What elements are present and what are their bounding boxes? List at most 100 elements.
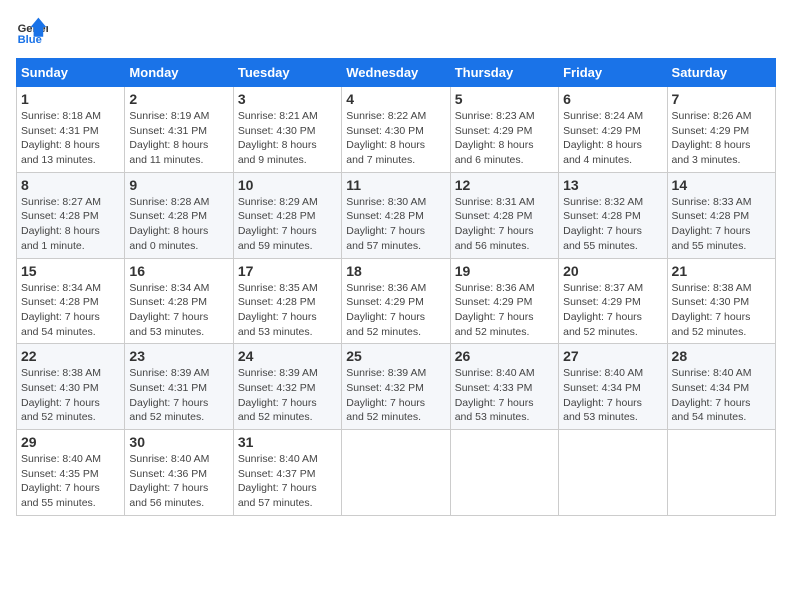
calendar-week-row: 1 Sunrise: 8:18 AM Sunset: 4:31 PM Daylig… — [17, 87, 776, 173]
calendar-day-cell: 17Sunrise: 8:35 AM Sunset: 4:28 PM Dayli… — [233, 258, 341, 344]
day-number: 12 — [455, 177, 554, 193]
day-info: Sunrise: 8:29 AM Sunset: 4:28 PM Dayligh… — [238, 195, 337, 254]
day-info: Sunrise: 8:18 AM Sunset: 4:31 PM Dayligh… — [21, 109, 120, 168]
day-number: 4 — [346, 91, 445, 107]
day-info: Sunrise: 8:35 AM Sunset: 4:28 PM Dayligh… — [238, 281, 337, 340]
day-number: 10 — [238, 177, 337, 193]
day-number: 8 — [21, 177, 120, 193]
day-number: 31 — [238, 434, 337, 450]
day-info: Sunrise: 8:23 AM Sunset: 4:29 PM Dayligh… — [455, 109, 554, 168]
calendar-week-row: 15Sunrise: 8:34 AM Sunset: 4:28 PM Dayli… — [17, 258, 776, 344]
calendar-header-row: SundayMondayTuesdayWednesdayThursdayFrid… — [17, 59, 776, 87]
day-number: 11 — [346, 177, 445, 193]
weekday-header-friday: Friday — [559, 59, 667, 87]
logo: General Blue — [16, 16, 48, 48]
day-number: 30 — [129, 434, 228, 450]
calendar-body: 1 Sunrise: 8:18 AM Sunset: 4:31 PM Daylig… — [17, 87, 776, 516]
day-number: 2 — [129, 91, 228, 107]
day-info: Sunrise: 8:36 AM Sunset: 4:29 PM Dayligh… — [346, 281, 445, 340]
day-info: Sunrise: 8:27 AM Sunset: 4:28 PM Dayligh… — [21, 195, 120, 254]
calendar-day-cell: 9 Sunrise: 8:28 AM Sunset: 4:28 PM Daylig… — [125, 172, 233, 258]
calendar-day-cell: 26Sunrise: 8:40 AM Sunset: 4:33 PM Dayli… — [450, 344, 558, 430]
calendar-day-cell: 7 Sunrise: 8:26 AM Sunset: 4:29 PM Daylig… — [667, 87, 775, 173]
day-info: Sunrise: 8:31 AM Sunset: 4:28 PM Dayligh… — [455, 195, 554, 254]
calendar-day-cell: 18 Sunrise: 8:36 AM Sunset: 4:29 PM Dayli… — [342, 258, 450, 344]
empty-cell — [559, 430, 667, 516]
calendar-day-cell: 27Sunrise: 8:40 AM Sunset: 4:34 PM Dayli… — [559, 344, 667, 430]
weekday-header-tuesday: Tuesday — [233, 59, 341, 87]
day-number: 1 — [21, 91, 120, 107]
calendar-week-row: 8 Sunrise: 8:27 AM Sunset: 4:28 PM Daylig… — [17, 172, 776, 258]
day-info: Sunrise: 8:28 AM Sunset: 4:28 PM Dayligh… — [129, 195, 228, 254]
day-info: Sunrise: 8:36 AM Sunset: 4:29 PM Dayligh… — [455, 281, 554, 340]
calendar-day-cell: 12 Sunrise: 8:31 AM Sunset: 4:28 PM Dayli… — [450, 172, 558, 258]
calendar-table: SundayMondayTuesdayWednesdayThursdayFrid… — [16, 58, 776, 516]
calendar-day-cell: 13 Sunrise: 8:32 AM Sunset: 4:28 PM Dayli… — [559, 172, 667, 258]
day-info: Sunrise: 8:24 AM Sunset: 4:29 PM Dayligh… — [563, 109, 662, 168]
day-number: 27 — [563, 348, 662, 364]
calendar-day-cell: 28Sunrise: 8:40 AM Sunset: 4:34 PM Dayli… — [667, 344, 775, 430]
day-info: Sunrise: 8:32 AM Sunset: 4:28 PM Dayligh… — [563, 195, 662, 254]
calendar-day-cell: 24 Sunrise: 8:39 AM Sunset: 4:32 PM Dayli… — [233, 344, 341, 430]
day-number: 22 — [21, 348, 120, 364]
calendar-day-cell: 21 Sunrise: 8:38 AM Sunset: 4:30 PM Dayli… — [667, 258, 775, 344]
calendar-day-cell: 4 Sunrise: 8:22 AM Sunset: 4:30 PM Daylig… — [342, 87, 450, 173]
calendar-day-cell: 19 Sunrise: 8:36 AM Sunset: 4:29 PM Dayli… — [450, 258, 558, 344]
day-info: Sunrise: 8:30 AM Sunset: 4:28 PM Dayligh… — [346, 195, 445, 254]
day-info: Sunrise: 8:38 AM Sunset: 4:30 PM Dayligh… — [21, 366, 120, 425]
day-info: Sunrise: 8:19 AM Sunset: 4:31 PM Dayligh… — [129, 109, 228, 168]
day-number: 14 — [672, 177, 771, 193]
weekday-header-saturday: Saturday — [667, 59, 775, 87]
calendar-day-cell: 23Sunrise: 8:39 AM Sunset: 4:31 PM Dayli… — [125, 344, 233, 430]
weekday-header-wednesday: Wednesday — [342, 59, 450, 87]
day-info: Sunrise: 8:21 AM Sunset: 4:30 PM Dayligh… — [238, 109, 337, 168]
calendar-day-cell: 2 Sunrise: 8:19 AM Sunset: 4:31 PM Daylig… — [125, 87, 233, 173]
calendar-day-cell: 20Sunrise: 8:37 AM Sunset: 4:29 PM Dayli… — [559, 258, 667, 344]
day-number: 16 — [129, 263, 228, 279]
calendar-day-cell: 11 Sunrise: 8:30 AM Sunset: 4:28 PM Dayli… — [342, 172, 450, 258]
day-info: Sunrise: 8:40 AM Sunset: 4:37 PM Dayligh… — [238, 452, 337, 511]
calendar-day-cell: 30 Sunrise: 8:40 AM Sunset: 4:36 PM Dayli… — [125, 430, 233, 516]
calendar-day-cell: 6 Sunrise: 8:24 AM Sunset: 4:29 PM Daylig… — [559, 87, 667, 173]
calendar-day-cell: 15Sunrise: 8:34 AM Sunset: 4:28 PM Dayli… — [17, 258, 125, 344]
day-number: 21 — [672, 263, 771, 279]
calendar-day-cell: 22 Sunrise: 8:38 AM Sunset: 4:30 PM Dayli… — [17, 344, 125, 430]
day-number: 25 — [346, 348, 445, 364]
calendar-day-cell: 10 Sunrise: 8:29 AM Sunset: 4:28 PM Dayli… — [233, 172, 341, 258]
empty-cell — [450, 430, 558, 516]
calendar-day-cell: 8 Sunrise: 8:27 AM Sunset: 4:28 PM Daylig… — [17, 172, 125, 258]
calendar-day-cell: 29Sunrise: 8:40 AM Sunset: 4:35 PM Dayli… — [17, 430, 125, 516]
day-info: Sunrise: 8:40 AM Sunset: 4:36 PM Dayligh… — [129, 452, 228, 511]
weekday-header-sunday: Sunday — [17, 59, 125, 87]
day-number: 18 — [346, 263, 445, 279]
day-info: Sunrise: 8:38 AM Sunset: 4:30 PM Dayligh… — [672, 281, 771, 340]
day-number: 26 — [455, 348, 554, 364]
empty-cell — [667, 430, 775, 516]
calendar-day-cell: 16Sunrise: 8:34 AM Sunset: 4:28 PM Dayli… — [125, 258, 233, 344]
day-number: 3 — [238, 91, 337, 107]
day-info: Sunrise: 8:22 AM Sunset: 4:30 PM Dayligh… — [346, 109, 445, 168]
day-number: 19 — [455, 263, 554, 279]
calendar-week-row: 29Sunrise: 8:40 AM Sunset: 4:35 PM Dayli… — [17, 430, 776, 516]
day-info: Sunrise: 8:39 AM Sunset: 4:32 PM Dayligh… — [346, 366, 445, 425]
day-number: 13 — [563, 177, 662, 193]
calendar-day-cell: 25 Sunrise: 8:39 AM Sunset: 4:32 PM Dayli… — [342, 344, 450, 430]
day-info: Sunrise: 8:39 AM Sunset: 4:32 PM Dayligh… — [238, 366, 337, 425]
day-number: 5 — [455, 91, 554, 107]
day-number: 24 — [238, 348, 337, 364]
day-info: Sunrise: 8:26 AM Sunset: 4:29 PM Dayligh… — [672, 109, 771, 168]
weekday-header-thursday: Thursday — [450, 59, 558, 87]
day-number: 7 — [672, 91, 771, 107]
day-number: 6 — [563, 91, 662, 107]
day-number: 28 — [672, 348, 771, 364]
day-number: 29 — [21, 434, 120, 450]
calendar-day-cell: 5 Sunrise: 8:23 AM Sunset: 4:29 PM Daylig… — [450, 87, 558, 173]
calendar-week-row: 22 Sunrise: 8:38 AM Sunset: 4:30 PM Dayli… — [17, 344, 776, 430]
logo-icon: General Blue — [16, 16, 48, 48]
weekday-header-monday: Monday — [125, 59, 233, 87]
empty-cell — [342, 430, 450, 516]
day-info: Sunrise: 8:39 AM Sunset: 4:31 PM Dayligh… — [129, 366, 228, 425]
day-info: Sunrise: 8:34 AM Sunset: 4:28 PM Dayligh… — [21, 281, 120, 340]
day-number: 9 — [129, 177, 228, 193]
day-info: Sunrise: 8:37 AM Sunset: 4:29 PM Dayligh… — [563, 281, 662, 340]
